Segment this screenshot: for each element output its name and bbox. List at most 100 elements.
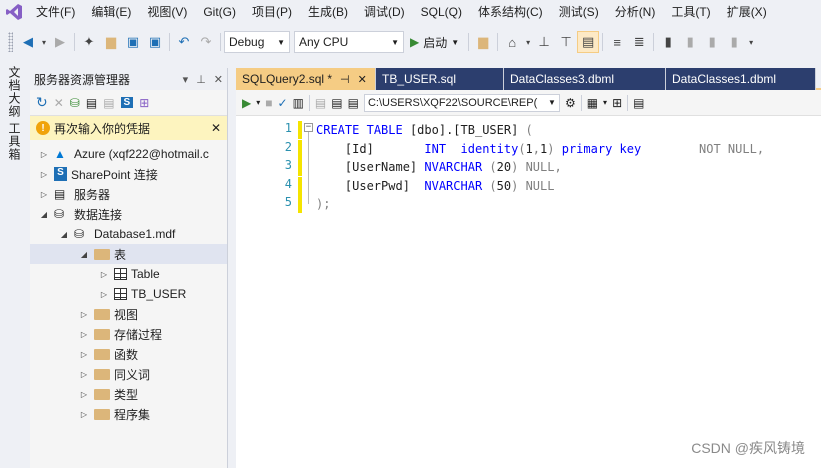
overflow-icon[interactable]: ▾	[745, 31, 757, 53]
tree-node[interactable]: ▷ ▲ Azure (xqf222@hotmail.c	[30, 144, 227, 164]
connect-server-icon[interactable]: ▤	[86, 96, 97, 110]
tree-node[interactable]: ◢ ⛁ 数据连接	[30, 204, 227, 224]
connection-dropdown[interactable]: C:\USERS\XQF22\SOURCE\REP( ▼	[363, 93, 560, 112]
connect-sharepoint-icon[interactable]: ▤	[103, 96, 114, 110]
document-tab[interactable]: DataClasses1.dbml	[666, 68, 816, 90]
menu-item[interactable]: SQL(Q)	[413, 0, 470, 24]
close-tab-icon[interactable]: ✕	[358, 73, 367, 86]
collapsed-arrow-icon[interactable]: ▷	[38, 190, 50, 199]
disconnect-icon[interactable]: ▤	[331, 96, 342, 110]
pin-icon[interactable]: ⊥	[196, 73, 206, 86]
menu-item[interactable]: 项目(P)	[244, 0, 300, 24]
expanded-arrow-icon[interactable]: ◢	[58, 230, 70, 239]
menu-item[interactable]: 体系结构(C)	[470, 0, 551, 24]
tree-node[interactable]: ▷ ▤ 服务器	[30, 184, 227, 204]
validate-syntax-icon[interactable]: ✓	[278, 96, 288, 110]
uncomment-icon[interactable]: ≣	[628, 31, 650, 53]
toolbar-grip[interactable]	[8, 32, 13, 52]
browse-icon[interactable]: ▆	[472, 31, 494, 53]
tree-node[interactable]: ▷ 存储过程	[30, 324, 227, 344]
connect-database-icon[interactable]: ⛁	[70, 96, 80, 110]
pin-icon[interactable]: ⊣	[340, 73, 350, 86]
collapsed-arrow-icon[interactable]: ▷	[38, 170, 50, 179]
collapsed-arrow-icon[interactable]: ▷	[38, 150, 50, 159]
menu-item[interactable]: 分析(N)	[607, 0, 664, 24]
close-warning-icon[interactable]: ✕	[211, 121, 221, 135]
code-line[interactable]: );	[316, 195, 330, 213]
tree-node[interactable]: ◢ ⛁ Database1.mdf	[30, 224, 227, 244]
next-bookmark-icon[interactable]: ▮	[701, 31, 723, 53]
menu-item[interactable]: 调试(D)	[356, 0, 413, 24]
actual-plan-icon[interactable]: ⊞	[612, 96, 622, 110]
estimated-plan-icon[interactable]: ▥	[293, 96, 304, 110]
new-project-icon[interactable]: ✦	[78, 31, 100, 53]
toolbox-tab[interactable]: 工具箱	[6, 122, 23, 161]
start-button[interactable]: ▶ 启动 ▼	[404, 31, 465, 53]
collapsed-arrow-icon[interactable]: ▷	[78, 350, 90, 359]
configuration-dropdown[interactable]: Debug ▼	[224, 31, 290, 53]
code-line[interactable]: [UserPwd] NVARCHAR (50) NULL	[316, 177, 555, 195]
expanded-arrow-icon[interactable]: ◢	[78, 250, 90, 259]
tree-node[interactable]: ▷ 同义词	[30, 364, 227, 384]
tree-node[interactable]: ▷ S SharePoint 连接	[30, 164, 227, 184]
tree-node[interactable]: ▷ 类型	[30, 384, 227, 404]
menu-item[interactable]: 视图(V)	[139, 0, 195, 24]
dropdown-arrow-icon[interactable]: ▾	[256, 98, 260, 107]
code-editor[interactable]: − 1 CREATE TABLE [dbo].[TB_USER] (2 [Id] …	[236, 118, 821, 468]
collapsed-arrow-icon[interactable]: ▷	[78, 310, 90, 319]
close-icon[interactable]: ✕	[214, 73, 223, 86]
tree-node[interactable]: ▷ 函数	[30, 344, 227, 364]
step-icon[interactable]: ⊤	[555, 31, 577, 53]
menu-item[interactable]: 编辑(E)	[83, 0, 139, 24]
sharepoint-s-icon[interactable]: S	[120, 97, 134, 108]
refresh-icon[interactable]: ↻	[36, 94, 48, 111]
prev-bookmark-icon[interactable]: ▮	[679, 31, 701, 53]
code-line[interactable]: [Id] INT identity(1,1) primary key NOT N…	[316, 140, 764, 158]
tree-node[interactable]: ▷ Table	[30, 264, 227, 284]
code-line[interactable]: [UserName] NVARCHAR (20) NULL,	[316, 158, 562, 176]
query-options-icon[interactable]: ⚙	[565, 96, 576, 110]
cancel-query-icon[interactable]: ■	[265, 96, 272, 110]
menu-item[interactable]: Git(G)	[195, 0, 244, 24]
dropdown-arrow-icon[interactable]: ▾	[39, 31, 49, 53]
change-connection-icon[interactable]: ▤	[348, 96, 359, 110]
breakpoint-icon[interactable]: ⊥	[533, 31, 555, 53]
expanded-arrow-icon[interactable]: ◢	[38, 210, 50, 219]
open-folder-icon[interactable]: ▆	[100, 31, 122, 53]
toggle-view-icon[interactable]: ▤	[577, 31, 600, 53]
collapsed-arrow-icon[interactable]: ▷	[78, 390, 90, 399]
collapsed-arrow-icon[interactable]: ▷	[98, 290, 110, 299]
stop-icon[interactable]: ✕	[54, 96, 64, 110]
tree-node[interactable]: ◢ 表	[30, 244, 227, 264]
dropdown-arrow-icon[interactable]: ▾	[603, 98, 607, 107]
clear-bookmarks-icon[interactable]: ▮	[723, 31, 745, 53]
code-line[interactable]: CREATE TABLE [dbo].[TB_USER] (	[316, 121, 533, 139]
tree-node[interactable]: ▷ 程序集	[30, 404, 227, 424]
query-designer-icon[interactable]: ▤	[633, 96, 644, 110]
menu-item[interactable]: 测试(S)	[551, 0, 607, 24]
collapsed-arrow-icon[interactable]: ▷	[78, 330, 90, 339]
connect-icon[interactable]: ▤	[315, 96, 326, 110]
execute-icon[interactable]: ▶	[242, 96, 251, 110]
back-icon[interactable]: ◀	[17, 31, 39, 53]
collapsed-arrow-icon[interactable]: ▷	[78, 410, 90, 419]
save-icon[interactable]: ▣	[122, 31, 144, 53]
menu-item[interactable]: 工具(T)	[663, 0, 718, 24]
dropdown-arrow-icon[interactable]: ▾	[523, 31, 533, 53]
panel-menu-icon[interactable]: ▾	[183, 73, 189, 86]
properties-icon[interactable]: ⊞	[139, 96, 149, 110]
comment-icon[interactable]: ≡	[606, 31, 628, 53]
menu-item[interactable]: 扩展(X)	[719, 0, 775, 24]
collapsed-arrow-icon[interactable]: ▷	[98, 270, 110, 279]
redo-icon[interactable]: ↷	[195, 31, 217, 53]
collapsed-arrow-icon[interactable]: ▷	[78, 370, 90, 379]
menu-item[interactable]: 生成(B)	[300, 0, 356, 24]
tree-node[interactable]: ▷ TB_USER	[30, 284, 227, 304]
document-outline-tab[interactable]: 文档大纲	[6, 66, 23, 118]
menu-item[interactable]: 文件(F)	[28, 0, 83, 24]
results-grid-icon[interactable]: ▦	[587, 96, 598, 110]
home-icon[interactable]: ⌂	[501, 31, 523, 53]
collapse-icon[interactable]: −	[304, 123, 313, 132]
bookmark-icon[interactable]: ▮	[657, 31, 679, 53]
platform-dropdown[interactable]: Any CPU ▼	[294, 31, 404, 53]
